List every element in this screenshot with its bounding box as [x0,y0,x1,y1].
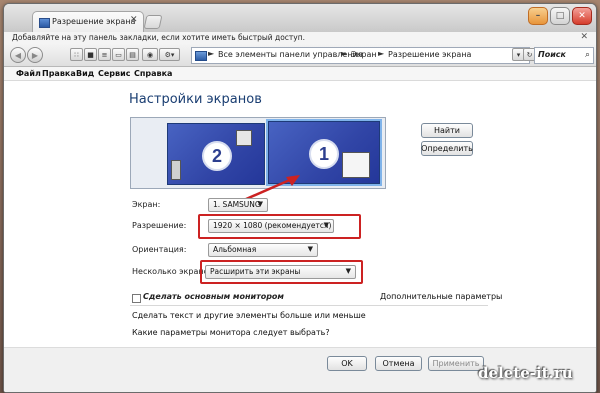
orientation-dropdown[interactable]: Альбомная ▼ [208,243,318,257]
navigation-bar: ◀ ▶ ∷ ■ ≡ ▭ ▤ ◉ ⚙▾ ► Все элементы панели… [4,44,596,67]
bookmark-bar-hint: Добавляйте на эту панель закладки, если … [12,33,306,42]
divider [130,305,488,306]
eye-icon[interactable]: ◉ [142,48,158,61]
orientation-value: Альбомная [213,245,257,254]
stop-icon[interactable]: ■ [84,48,97,61]
tiles-icon[interactable]: ∷ [70,48,83,61]
chevron-down-icon: ▼ [345,267,351,275]
breadcrumb-separator: ► [208,49,215,58]
menu-bar: Файл Правка Вид Сервис Справка [4,67,596,81]
chevron-down-icon: ▼ [257,200,263,208]
screen-icon[interactable]: ▤ [126,48,139,61]
menu-help[interactable]: Справка [134,69,172,78]
multiple-screens-value: Расширить эти экраны [210,267,301,276]
which-settings-link[interactable]: Какие параметры монитора следует выбрать… [132,328,330,337]
menu-file[interactable]: Файл [16,69,41,78]
close-window-button[interactable]: ✕ [572,7,592,25]
main-content: Настройки экранов 2 1 Найти Определить Э… [4,81,596,392]
orientation-label: Ориентация: [132,245,187,254]
screen-label: Экран: [132,200,161,209]
tab-title: Разрешение экрана [52,17,136,26]
browser-window: Разрешение экрана ✕ – □ ✕ Добавляйте на … [3,3,597,393]
watermark: delete-it.ru [478,364,573,382]
identify-button[interactable]: Определить [421,141,473,156]
small-screen-icon [236,130,252,146]
ok-button[interactable]: OK [327,356,367,371]
search-placeholder: Поиск [538,50,566,59]
find-button[interactable]: Найти [421,123,473,138]
browser-tab[interactable]: Разрешение экрана ✕ [32,11,144,33]
forward-button[interactable]: ▶ [27,47,43,63]
search-input[interactable]: Поиск ⌕ [534,47,594,64]
control-panel-icon [39,18,50,28]
bookmark-bar-close-icon[interactable]: ✕ [580,32,588,42]
menu-view[interactable]: Вид [76,69,94,78]
list-icon[interactable]: ≡ [98,48,111,61]
menu-tools[interactable]: Сервис [98,69,130,78]
windows-icon[interactable]: ▭ [112,48,125,61]
cancel-button[interactable]: Отмена [375,356,422,371]
address-bar[interactable]: ► Все элементы панели управления ► Экран… [191,47,530,64]
resolution-dropdown[interactable]: 1920 × 1080 (рекомендуется) ▼ [208,219,334,233]
tab-close-icon[interactable]: ✕ [130,15,138,25]
breadcrumb-separator: ► [341,49,348,58]
page-title: Настройки экранов [129,92,262,107]
search-icon[interactable]: ⌕ [585,50,590,60]
chevron-down-icon: ▼ [307,245,313,253]
text-size-link[interactable]: Сделать текст и другие элементы больше и… [132,311,366,320]
gear-icon[interactable]: ⚙▾ [159,48,180,61]
minimize-button[interactable]: – [528,7,548,25]
breadcrumb-resolution[interactable]: Разрешение экрана [388,50,471,59]
monitor-2-number: 2 [202,141,232,171]
back-button[interactable]: ◀ [10,47,26,63]
maximize-button[interactable]: □ [550,7,570,25]
advanced-settings-link[interactable]: Дополнительные параметры [380,292,502,301]
multiple-screens-dropdown[interactable]: Расширить эти экраны ▼ [205,265,356,279]
title-bar: Разрешение экрана ✕ – □ ✕ [4,4,596,33]
breadcrumb-display[interactable]: Экран [351,50,377,59]
window-controls: – □ ✕ [528,7,592,25]
new-tab-button[interactable] [143,15,163,29]
control-panel-icon [195,51,207,61]
menu-edit[interactable]: Правка [42,69,76,78]
resolution-label: Разрешение: [132,221,187,230]
tower-icon [171,160,181,180]
resolution-value: 1920 × 1080 (рекомендуется) [213,221,332,230]
screen-value: 1. SAMSUNG [213,200,261,209]
monitor-1-number: 1 [309,139,339,169]
main-monitor-checkbox[interactable] [132,294,141,303]
bookmark-bar: Добавляйте на эту панель закладки, если … [4,32,596,44]
screen-dropdown[interactable]: 1. SAMSUNG ▼ [208,198,268,212]
main-monitor-label: Сделать основным монитором [143,292,284,301]
breadcrumb-separator: ► [378,49,385,58]
desktop-grid-icon [342,152,370,178]
apply-button[interactable]: Применить [428,356,484,371]
chevron-down-icon: ▼ [323,221,329,229]
